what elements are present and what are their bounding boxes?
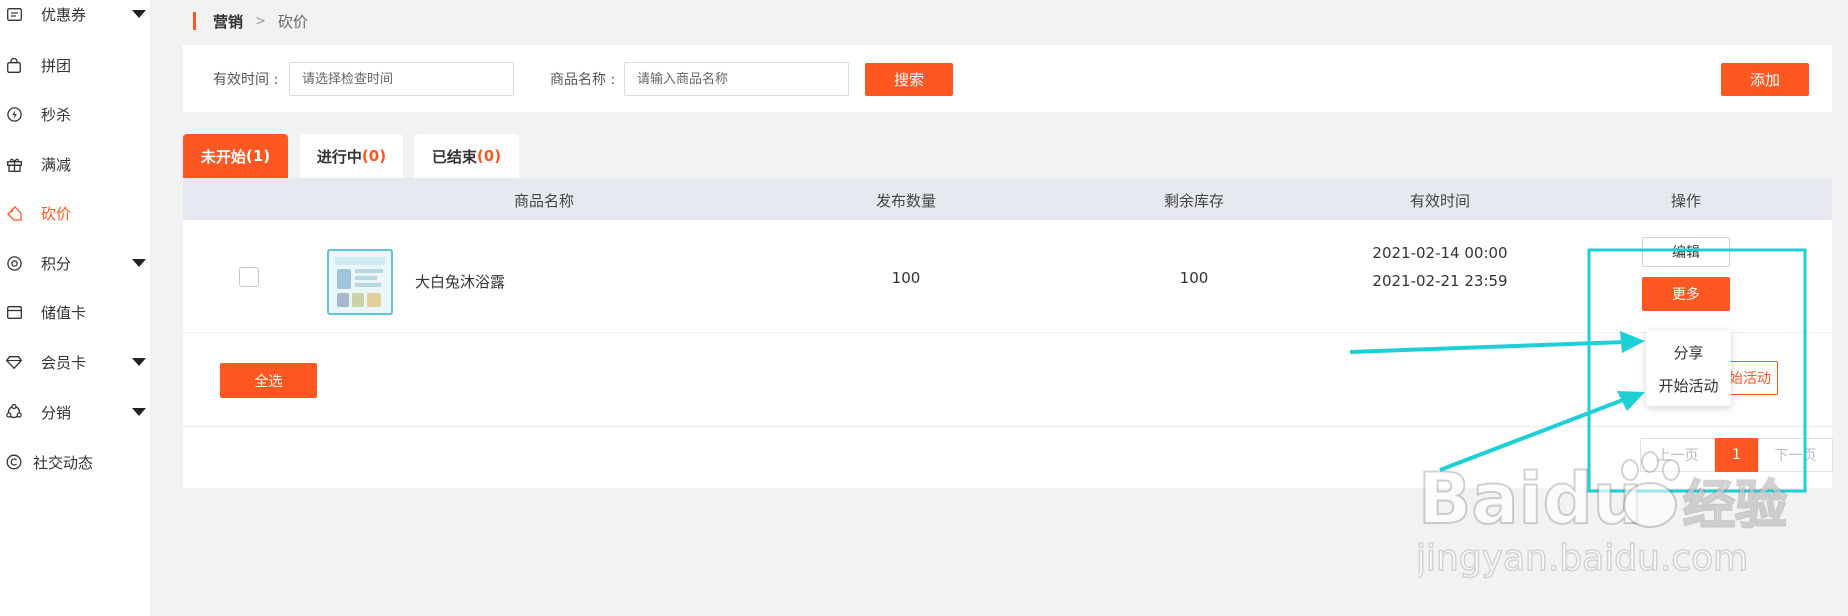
sidebar-item-social-feed[interactable]: 社交动态 [0,442,150,482]
product-thumbnail [327,249,393,315]
filter-panel: 有效时间 : 商品名称 : 搜索 添加 [183,45,1832,112]
sidebar-item-coupon[interactable]: 优惠券 [0,0,150,34]
select-all-button[interactable]: 全选 [220,363,317,398]
release-quantity: 100 [891,269,921,287]
sidebar-item-label: 储值卡 [41,304,87,322]
breadcrumb-accent-bar [193,12,196,30]
flash-icon [6,106,22,122]
caret-down-icon [132,10,146,18]
sidebar-item-distribution[interactable]: 分销 [0,392,150,432]
valid-time-start: 2021-02-14 00:00 [1372,244,1508,262]
sidebar-item-label: 秒杀 [41,106,72,124]
caret-down-icon [132,408,146,416]
sidebar-item-label: 砍价 [41,205,72,223]
remaining-stock: 100 [1179,269,1209,287]
column-header: 商品名称 [513,192,575,210]
tab-count: (1) [245,147,271,165]
tab-count: (0) [361,147,387,165]
tag-icon [6,205,22,221]
row-divider [183,426,1832,427]
sidebar: 优惠券 拼团 秒杀 满减 砍价 积分 储值卡 会员卡 分销 社交动态 [0,0,150,616]
diamond-icon [6,354,22,370]
breadcrumb: 营销 > 砍价 [193,10,308,32]
sidebar-item-label: 拼团 [41,57,72,75]
row-checkbox[interactable] [239,267,259,287]
valid-time-end: 2021-02-21 23:59 [1372,272,1508,290]
product-name: 大白兔沐浴露 [415,273,506,291]
caret-down-icon [132,259,146,267]
breadcrumb-root[interactable]: 营销 [213,11,243,32]
points-icon [6,255,22,271]
page-number-button[interactable]: 1 [1715,438,1758,472]
sidebar-item-flash-sale[interactable]: 秒杀 [0,94,150,134]
sidebar-item-group-buy[interactable]: 拼团 [0,45,150,85]
row-divider [183,332,1832,333]
column-header: 剩余库存 [1163,192,1225,210]
watermark-url: jingyan.baidu.com [1418,538,1748,579]
column-header: 发布数量 [875,192,937,210]
start-activity-button[interactable]: 开始活动 [1724,361,1778,395]
sidebar-item-full-reduction[interactable]: 满减 [0,144,150,184]
prev-page-button[interactable]: 上一页 [1640,438,1715,472]
tab-label: 进行中 [316,147,362,166]
sidebar-item-label: 积分 [41,255,72,273]
edit-button[interactable]: 编辑 [1642,237,1730,267]
sidebar-item-bargain[interactable]: 砍价 [0,193,150,233]
column-header: 有效时间 [1409,192,1471,210]
sidebar-item-label: 满减 [41,156,72,174]
sidebar-item-member-card[interactable]: 会员卡 [0,342,150,382]
gift-icon [6,156,22,172]
product-name-input[interactable] [624,62,849,96]
sidebar-item-label: 社交动态 [33,454,94,472]
sidebar-item-stored-value-card[interactable]: 储值卡 [0,292,150,332]
tab-label: 未开始 [200,147,246,166]
copyright-icon [6,454,22,470]
next-page-button[interactable]: 下一页 [1758,438,1833,472]
more-dropdown-menu: 分享 开始活动 [1646,330,1731,406]
tab-count: (0) [476,147,502,165]
menu-item-start-activity[interactable]: 开始活动 [1646,375,1731,396]
breadcrumb-separator: > [255,13,266,29]
search-button[interactable]: 搜索 [865,63,953,96]
valid-time-input[interactable] [289,62,514,96]
menu-item-share[interactable]: 分享 [1646,342,1731,363]
sidebar-item-label: 会员卡 [41,354,87,372]
valid-time-label: 有效时间 : [213,72,279,88]
bag-icon [6,57,22,73]
table-header: 商品名称 发布数量 剩余库存 有效时间 操作 [183,178,1832,220]
sidebar-item-label: 优惠券 [41,6,87,24]
activity-table: 商品名称 发布数量 剩余库存 有效时间 操作 大白兔沐浴露 100 100 20… [183,178,1833,488]
sidebar-item-points[interactable]: 积分 [0,243,150,283]
ticket-icon [6,6,22,22]
tab-not-started[interactable]: 未开始 (1) [183,134,288,178]
sidebar-item-label: 分销 [41,404,72,422]
add-button[interactable]: 添加 [1721,63,1809,96]
more-button[interactable]: 更多 [1642,277,1730,311]
card-icon [6,304,22,320]
share-nodes-icon [6,404,22,420]
breadcrumb-current: 砍价 [277,12,308,31]
caret-down-icon [132,358,146,366]
tab-ended[interactable]: 已结束 (0) [414,134,519,178]
column-header: 操作 [1670,192,1702,210]
tab-in-progress[interactable]: 进行中 (0) [300,134,403,178]
tab-label: 已结束 [431,147,477,166]
product-name-label: 商品名称 : [550,72,616,88]
